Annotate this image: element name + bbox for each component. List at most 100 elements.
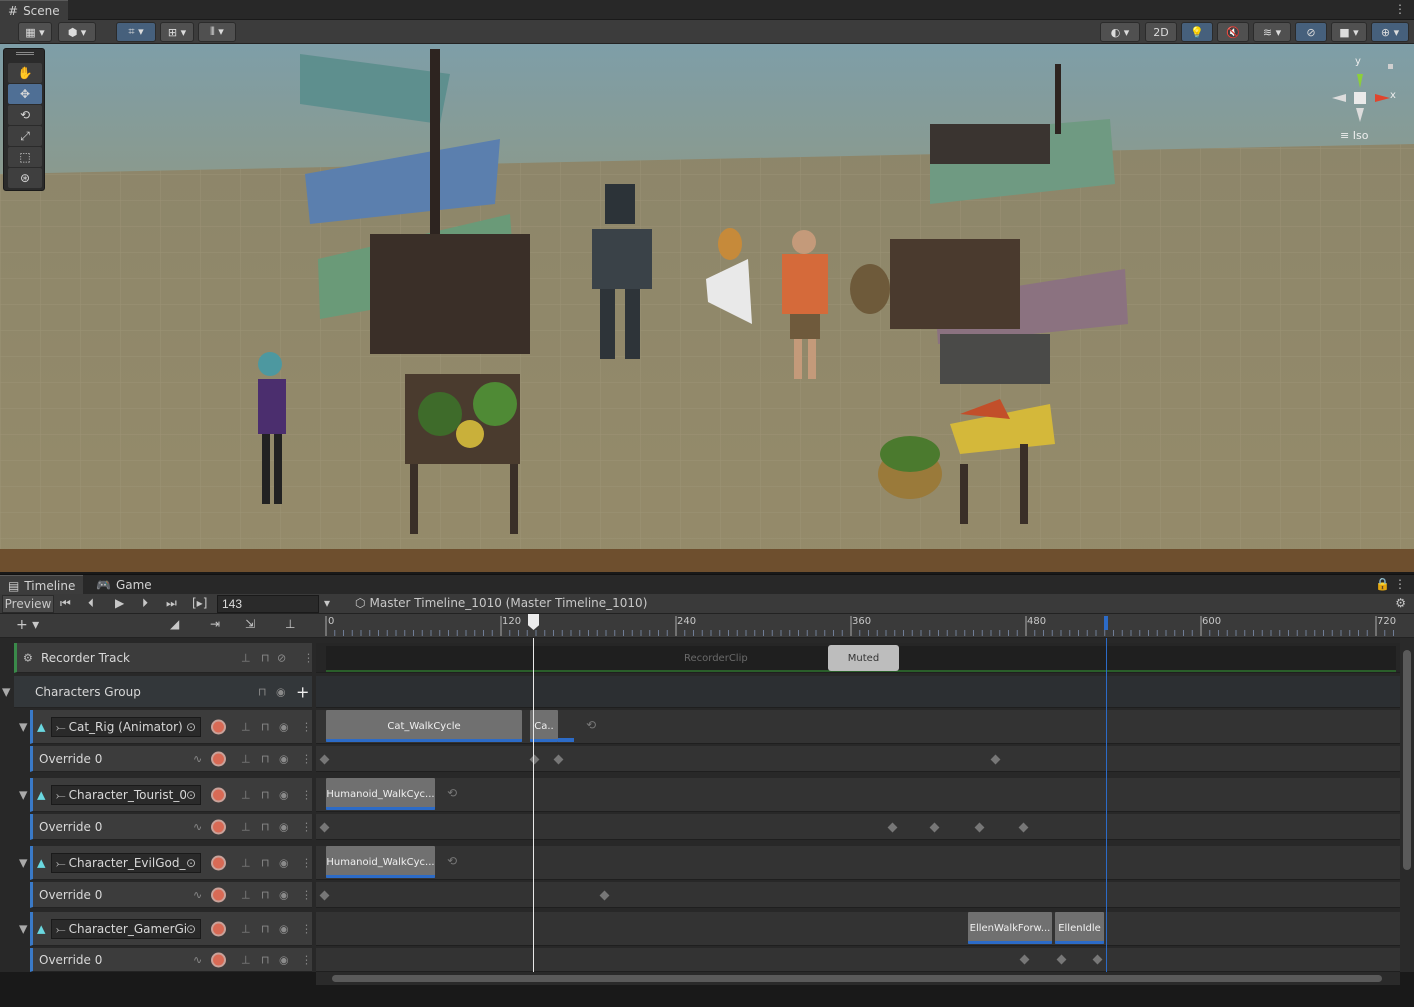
effects-dropdown[interactable]: ≋ ▾: [1253, 22, 1291, 42]
lock-icon[interactable]: 🔒: [1375, 577, 1390, 591]
curve-icon[interactable]: ∿: [193, 888, 202, 901]
pin-icon[interactable]: ⊥: [241, 651, 251, 664]
replace-mode-icon[interactable]: ⇲: [245, 617, 255, 631]
clip-ellen-idle[interactable]: EllenIdle: [1055, 912, 1104, 944]
track-header-recorder[interactable]: ⚙ Recorder Track ⊥ ⊓ ⊘ ⋮: [14, 643, 314, 673]
lock-icon[interactable]: ⊓: [261, 888, 270, 901]
eye-icon[interactable]: ◉: [279, 788, 289, 801]
horizontal-scrollbar[interactable]: [316, 972, 1400, 985]
play-icon[interactable]: ▶: [115, 596, 124, 610]
vertical-scrollbar[interactable]: [1400, 638, 1414, 972]
ripple-mode-icon[interactable]: ⇥: [210, 617, 220, 631]
track-header-override[interactable]: Override 0 ∿ ⊥ ⊓ ◉ ⋮: [30, 948, 312, 972]
hidden-eye-icon[interactable]: ⊘: [277, 651, 286, 664]
add-track-icon[interactable]: +: [296, 682, 309, 701]
lock-icon[interactable]: ⊓: [261, 856, 270, 869]
collapse-triangle-icon[interactable]: ▼: [19, 922, 27, 935]
projection-label[interactable]: ≡ Iso: [1340, 129, 1368, 142]
shading-dropdown[interactable]: ⬢ ▾: [58, 22, 96, 42]
clip-tourist-walk[interactable]: Humanoid_WalkCyc...: [326, 778, 435, 810]
lighting-toggle-icon[interactable]: 💡: [1181, 22, 1213, 42]
track-header-gamergirl[interactable]: ▼ ▲ ⤚ Character_GamerGir ⊙ ⊥ ⊓ ◉ ⋮: [19, 912, 312, 946]
eye-icon[interactable]: ◉: [276, 685, 286, 698]
collapse-triangle-icon[interactable]: ▼: [19, 856, 27, 869]
draw-mode-dropdown[interactable]: ▦ ▾: [18, 22, 52, 42]
rect-tool-icon[interactable]: ⬚: [8, 147, 42, 167]
eye-icon[interactable]: ◉: [279, 856, 289, 869]
more-options-icon[interactable]: ⋮: [1394, 577, 1406, 591]
record-button-icon[interactable]: [211, 751, 226, 766]
more-options-icon[interactable]: ⋮: [301, 856, 312, 869]
lock-icon[interactable]: ⊓: [261, 922, 270, 935]
prev-frame-icon[interactable]: ⏴: [88, 596, 94, 611]
record-button-icon[interactable]: [211, 819, 226, 834]
eye-icon[interactable]: ◉: [279, 922, 289, 935]
more-options-icon[interactable]: ⋮: [301, 820, 312, 833]
eye-icon[interactable]: ◉: [279, 953, 289, 966]
pin-icon[interactable]: ⊥: [241, 856, 251, 869]
camera-dropdown[interactable]: ■ ▾: [1331, 22, 1367, 42]
clip-ellen-walk[interactable]: EllenWalkForw...: [968, 912, 1052, 944]
move-tool-icon[interactable]: ✥: [8, 84, 42, 104]
audio-toggle-icon[interactable]: 🔇: [1217, 22, 1249, 42]
record-button-icon[interactable]: [211, 787, 226, 802]
clip-evilgod-walk[interactable]: Humanoid_WalkCyc...: [326, 846, 435, 878]
more-options-icon[interactable]: ⋮: [301, 788, 312, 801]
preview-button[interactable]: Preview: [2, 595, 54, 613]
clip-cat-walk[interactable]: Cat_WalkCycle: [326, 710, 522, 742]
pin-icon[interactable]: ⊥: [241, 820, 251, 833]
target-icon[interactable]: ⊙: [185, 788, 196, 802]
track-header-cat-rig[interactable]: ▼ ▲ ⤚ Cat_Rig (Animator) ⊙ ⊥ ⊓ ◉ ⋮: [19, 710, 312, 744]
collapse-triangle-icon[interactable]: ▼: [19, 788, 27, 801]
scrollbar-thumb[interactable]: [332, 975, 1382, 982]
eye-icon[interactable]: ◉: [279, 888, 289, 901]
hand-tool-icon[interactable]: ✋: [8, 63, 42, 83]
goto-start-icon[interactable]: ⏮: [60, 596, 71, 611]
lock-icon[interactable]: ⊓: [261, 720, 270, 733]
curve-icon[interactable]: ∿: [193, 752, 202, 765]
clip-cat-short[interactable]: Ca..: [530, 710, 558, 742]
pin-icon[interactable]: ⊥: [241, 888, 251, 901]
pin-icon[interactable]: ⊥: [285, 617, 295, 631]
more-options-icon[interactable]: ⋮: [301, 953, 312, 966]
scene-viewport[interactable]: y x ≡ Iso: [0, 44, 1414, 572]
record-button-icon[interactable]: [211, 921, 226, 936]
eye-icon[interactable]: ◉: [279, 820, 289, 833]
orientation-dropdown[interactable]: ◐ ▾: [1100, 22, 1140, 42]
end-marker[interactable]: [1104, 616, 1108, 630]
lock-icon[interactable]: ⊓: [258, 685, 267, 698]
muted-badge[interactable]: Muted: [828, 645, 899, 671]
more-options-icon[interactable]: ⋮: [301, 922, 312, 935]
lock-icon[interactable]: ⊓: [261, 953, 270, 966]
track-header-override[interactable]: Override 0 ∿ ⊥ ⊓ ◉ ⋮: [30, 882, 312, 908]
grid-snapping-dropdown[interactable]: ⌗ ▾: [116, 22, 156, 42]
gear-icon[interactable]: ⚙: [1395, 596, 1406, 610]
rotate-tool-icon[interactable]: ⟲: [8, 105, 42, 125]
pin-icon[interactable]: ⊥: [241, 788, 251, 801]
play-range-icon[interactable]: [▸]: [192, 596, 207, 610]
record-button-icon[interactable]: [211, 719, 226, 734]
record-button-icon[interactable]: [211, 887, 226, 902]
more-options-icon[interactable]: ⋮: [1394, 2, 1406, 16]
orientation-gizmo[interactable]: y x ≡ Iso: [1330, 56, 1400, 146]
scrollbar-thumb[interactable]: [1403, 650, 1411, 870]
chevron-down-icon[interactable]: ▾: [324, 596, 330, 610]
frame-field[interactable]: [217, 595, 319, 613]
record-button-icon[interactable]: [211, 855, 226, 870]
lock-icon[interactable]: ⊓: [261, 788, 270, 801]
breadcrumb[interactable]: ⬡ Master Timeline_1010 (Master Timeline_…: [355, 596, 647, 610]
binding-field[interactable]: ⤚ Cat_Rig (Animator) ⊙: [51, 717, 201, 737]
curve-icon[interactable]: ∿: [193, 820, 202, 833]
pin-icon[interactable]: ⊥: [241, 953, 251, 966]
add-track-button[interactable]: + ▾: [16, 617, 39, 633]
more-options-icon[interactable]: ⋮: [301, 888, 312, 901]
binding-field[interactable]: ⤚ Character_EvilGod_0 ⊙: [51, 853, 201, 873]
target-icon[interactable]: ⊙: [185, 856, 196, 870]
target-icon[interactable]: ⊙: [186, 720, 196, 734]
pin-icon[interactable]: ⊥: [241, 752, 251, 765]
eye-icon[interactable]: ◉: [279, 752, 289, 765]
transform-tool-icon[interactable]: ⊛: [8, 168, 42, 188]
increment-snap-dropdown[interactable]: ⫴ ▾: [198, 22, 236, 42]
mode-2d-button[interactable]: 2D: [1145, 22, 1177, 42]
collapse-triangle-icon[interactable]: ▼: [19, 720, 27, 733]
